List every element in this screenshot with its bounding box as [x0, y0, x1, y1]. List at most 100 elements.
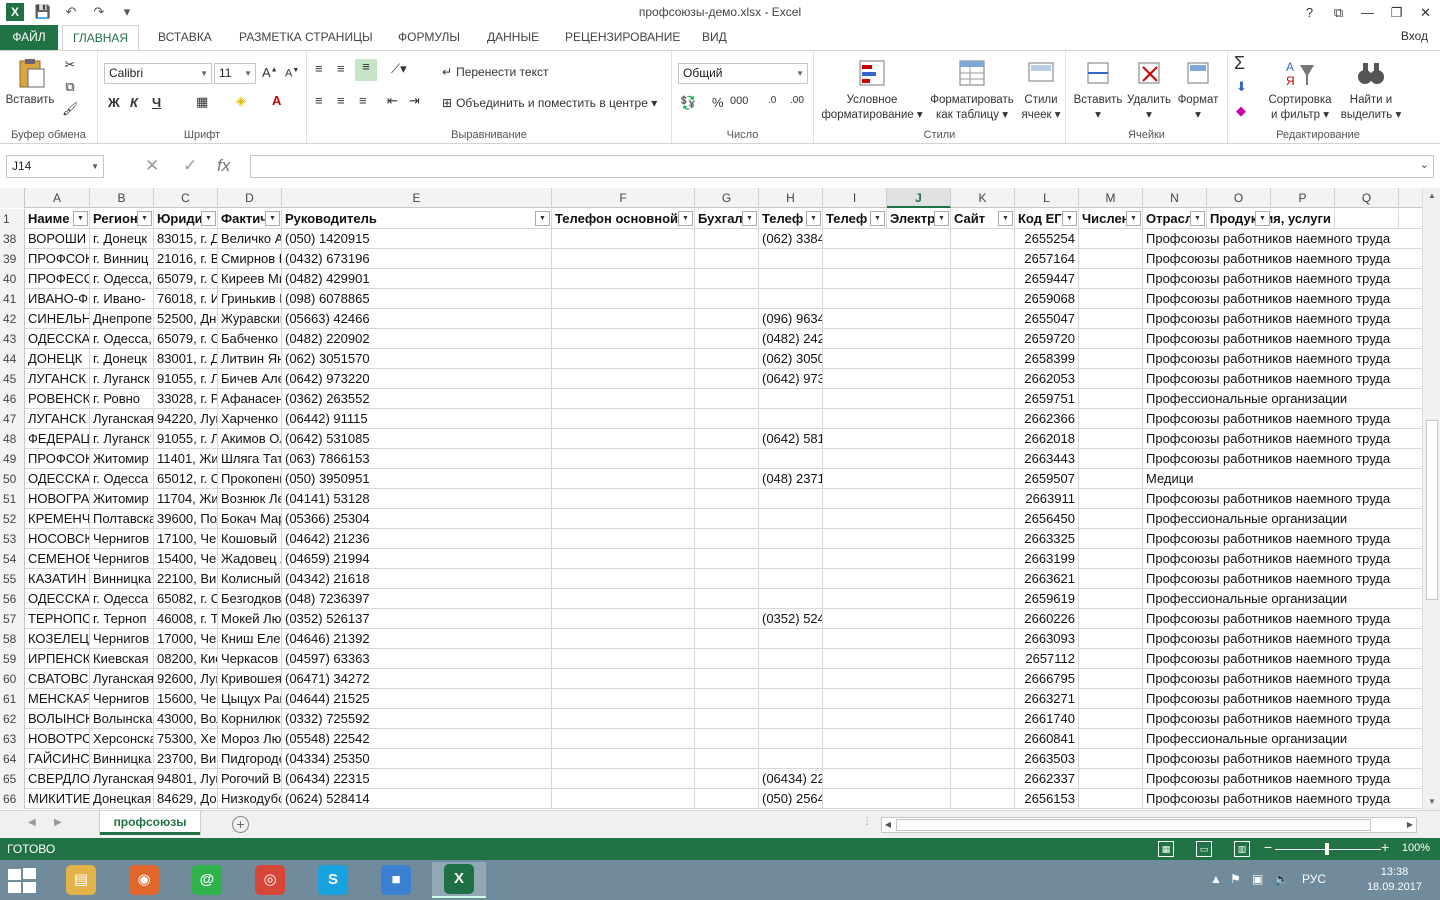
column-header-e[interactable]: E [282, 188, 552, 208]
format-cells-button[interactable]: Формат ▾ [1172, 57, 1224, 123]
table-cell[interactable] [759, 629, 823, 649]
table-cell[interactable]: (0642) 531085 [282, 429, 552, 449]
table-cell[interactable]: г. Луганск [90, 429, 154, 449]
table-cell[interactable] [552, 749, 695, 769]
scroll-down-icon[interactable]: ▼ [1423, 794, 1440, 810]
table-cell[interactable] [552, 349, 695, 369]
table-cell[interactable] [552, 309, 695, 329]
table-cell[interactable] [552, 449, 695, 469]
help-button[interactable]: ? [1295, 0, 1324, 25]
row-number[interactable]: 57 [0, 609, 25, 629]
column-header-q[interactable]: Q [1335, 188, 1399, 208]
table-cell[interactable] [695, 589, 759, 609]
table-cell[interactable] [759, 449, 823, 469]
table-cell[interactable] [552, 649, 695, 669]
table-cell[interactable]: (048) 2371611 [759, 469, 823, 489]
table-cell[interactable]: 65079, г. Одесса, пл. [154, 329, 218, 349]
table-cell[interactable] [552, 709, 695, 729]
table-cell[interactable]: Рогочий Виктор Андреевич [218, 769, 282, 789]
table-cell[interactable] [759, 709, 823, 729]
row-number[interactable]: 65 [0, 769, 25, 789]
table-cell[interactable] [552, 509, 695, 529]
table-cell[interactable]: МЕНСКАЯ [25, 689, 90, 709]
tab-review[interactable]: РЕЦЕНЗИРОВАНИЕ [555, 25, 690, 50]
table-cell[interactable]: Профсоюзы работников наемного труда [1143, 409, 1399, 429]
table-cell[interactable]: 2663503 [1015, 749, 1079, 769]
table-cell[interactable]: 17000, Черниговска [154, 629, 218, 649]
table-cell[interactable] [759, 409, 823, 429]
table-cell[interactable]: 2659447 [1015, 269, 1079, 289]
zoom-level[interactable]: 100% [1402, 842, 1430, 854]
table-cell[interactable]: 2657164 [1015, 249, 1079, 269]
delete-cells-button[interactable]: Удалить ▾ [1122, 57, 1176, 123]
row-number[interactable]: 56 [0, 589, 25, 609]
table-cell[interactable] [1079, 289, 1143, 309]
table-cell[interactable] [759, 669, 823, 689]
zoom-in-icon[interactable]: + [1381, 839, 1389, 855]
table-cell[interactable] [951, 469, 1015, 489]
table-cell[interactable]: 94801, Луганская об [154, 769, 218, 789]
header-cell[interactable]: Отрасл ▼ [1143, 209, 1207, 229]
align-right-icon[interactable]: ≡ [359, 93, 367, 108]
table-cell[interactable]: ВОРОШИ [25, 229, 90, 249]
row-number[interactable]: 51 [0, 489, 25, 509]
table-cell[interactable]: ЛУГАНСК [25, 369, 90, 389]
table-cell[interactable] [759, 249, 823, 269]
formula-input[interactable]: ⌄ [250, 155, 1434, 178]
taskbar-app-package[interactable]: ■ [369, 862, 423, 898]
table-cell[interactable]: Чернигов [90, 549, 154, 569]
table-cell[interactable] [552, 569, 695, 589]
row-number[interactable]: 54 [0, 549, 25, 569]
table-cell[interactable] [887, 749, 951, 769]
table-cell[interactable]: г. Одесса, [90, 269, 154, 289]
table-cell[interactable]: (06442) 91115 [282, 409, 552, 429]
page-layout-view-icon[interactable]: ▭ [1196, 841, 1212, 857]
tab-file[interactable]: ФАЙЛ [0, 25, 58, 50]
table-cell[interactable] [695, 749, 759, 769]
windows-start-icon[interactable] [6, 868, 38, 894]
table-cell[interactable]: 11401, Житомирска [154, 449, 218, 469]
table-cell[interactable]: Книш Елена Федоровна [218, 629, 282, 649]
table-cell[interactable]: ДОНЕЦК [25, 349, 90, 369]
table-cell[interactable] [887, 449, 951, 469]
table-cell[interactable]: Бокач Мария Васильевна [218, 509, 282, 529]
table-cell[interactable] [759, 389, 823, 409]
table-cell[interactable]: (062) 3384224 [759, 229, 823, 249]
row-number[interactable]: 48 [0, 429, 25, 449]
table-cell[interactable]: Медици [1143, 469, 1399, 489]
filter-dropdown-icon[interactable]: ▼ [1255, 211, 1270, 226]
table-cell[interactable] [1079, 709, 1143, 729]
vertical-scroll-thumb[interactable] [1426, 420, 1438, 600]
table-cell[interactable]: Киреев Михаил Иванович [218, 269, 282, 289]
table-cell[interactable]: Профессиональные организации [1143, 729, 1399, 749]
table-cell[interactable]: 2661740 [1015, 709, 1079, 729]
decrease-decimal-icon[interactable]: .00 [790, 95, 804, 106]
table-cell[interactable]: 08200, Киевская обл [154, 649, 218, 669]
align-middle-icon[interactable]: ≡ [337, 61, 345, 76]
table-cell[interactable]: Профсоюзы работников наемного труда [1143, 629, 1399, 649]
table-cell[interactable] [887, 769, 951, 789]
filter-dropdown-icon[interactable]: ▼ [1062, 211, 1077, 226]
table-cell[interactable] [951, 389, 1015, 409]
table-cell[interactable] [695, 489, 759, 509]
table-cell[interactable] [695, 649, 759, 669]
table-cell[interactable]: КОЗЕЛЕЦ [25, 629, 90, 649]
table-cell[interactable] [887, 229, 951, 249]
table-cell[interactable] [951, 489, 1015, 509]
table-cell[interactable] [695, 549, 759, 569]
table-cell[interactable] [951, 649, 1015, 669]
horizontal-scrollbar[interactable]: ◀ ▶ [881, 817, 1417, 833]
table-cell[interactable]: (0332) 725592 [282, 709, 552, 729]
table-cell[interactable]: Цыцух Раиса Витальевна [218, 689, 282, 709]
row-number[interactable]: 38 [0, 229, 25, 249]
table-cell[interactable]: 46008, г. Тернополь [154, 609, 218, 629]
table-cell[interactable]: Профсоюзы работников наемного труда [1143, 349, 1399, 369]
table-cell[interactable]: Колисный Анатолий Яковлевич [218, 569, 282, 589]
table-cell[interactable]: г. Ивано- [90, 289, 154, 309]
table-cell[interactable] [951, 369, 1015, 389]
table-cell[interactable] [1079, 269, 1143, 289]
table-cell[interactable]: 2656153 [1015, 789, 1079, 809]
table-cell[interactable]: г. Донецк [90, 229, 154, 249]
font-name-combo[interactable]: Calibri ▼ [104, 63, 212, 84]
table-cell[interactable]: ОДЕССКА [25, 329, 90, 349]
